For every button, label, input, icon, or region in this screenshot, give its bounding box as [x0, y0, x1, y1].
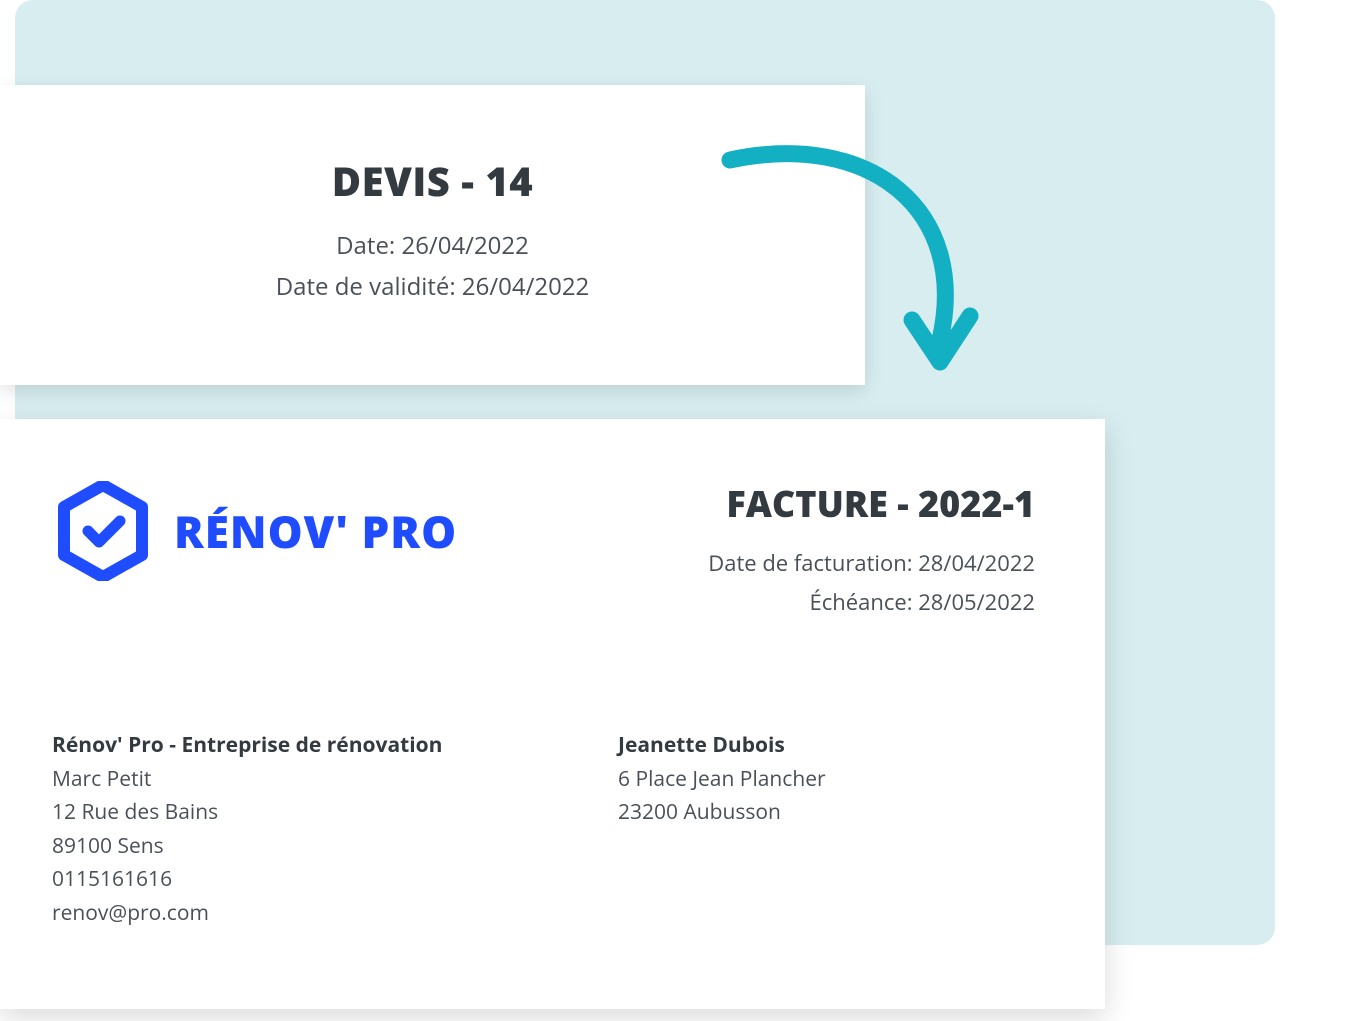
devis-validity-value: 26/04/2022: [462, 270, 589, 303]
facture-billing-date-label: Date de facturation:: [708, 548, 912, 578]
client-name: Jeanette Dubois: [618, 729, 826, 763]
facture-card: RÉNOV' PRO FACTURE - 2022-1 Date de fact…: [0, 419, 1105, 1009]
facture-due-value: 28/05/2022: [918, 587, 1035, 617]
facture-title: FACTURE - 2022-1: [708, 479, 1035, 528]
logo-text: RÉNOV' PRO: [174, 501, 457, 561]
company-email: renov@pro.com: [52, 897, 442, 931]
facture-billing-date-line: Date de facturation: 28/04/2022: [708, 544, 1035, 583]
stage: DEVIS - 14 Date: 26/04/2022 Date de vali…: [0, 0, 1370, 1021]
devis-date-value: 26/04/2022: [401, 229, 528, 262]
company-city: 89100 Sens: [52, 830, 442, 864]
arrow-icon: [690, 140, 1010, 400]
company-name: Rénov' Pro - Entreprise de rénovation: [52, 729, 442, 763]
company-contact: Marc Petit: [52, 763, 442, 797]
company-address-block: Rénov' Pro - Entreprise de rénovation Ma…: [52, 729, 442, 931]
company-phone: 0115161616: [52, 863, 442, 897]
devis-date-label: Date:: [336, 229, 395, 262]
devis-validity-label: Date de validité:: [276, 270, 456, 303]
facture-due-line: Échéance: 28/05/2022: [708, 583, 1035, 622]
client-address-block: Jeanette Dubois 6 Place Jean Plancher 23…: [618, 729, 826, 830]
facture-billing-date-value: 28/04/2022: [918, 548, 1035, 578]
company-logo: RÉNOV' PRO: [58, 481, 457, 581]
facture-due-label: Échéance:: [810, 587, 913, 617]
client-street: 6 Place Jean Plancher: [618, 763, 826, 797]
company-street: 12 Rue des Bains: [52, 796, 442, 830]
facture-header: FACTURE - 2022-1 Date de facturation: 28…: [708, 479, 1035, 621]
client-city: 23200 Aubusson: [618, 796, 826, 830]
hexagon-check-icon: [58, 481, 148, 581]
